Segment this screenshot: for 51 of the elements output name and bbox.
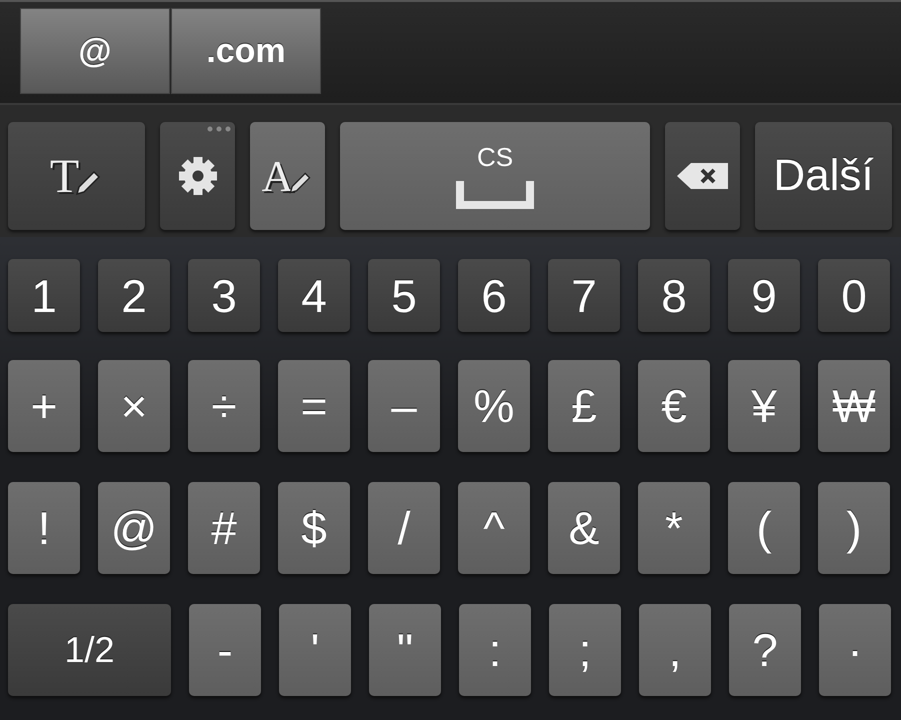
symbol-key[interactable]: - [189,604,261,696]
symbol-key[interactable]: * [638,482,710,574]
suggestion-key[interactable]: @ [20,8,170,94]
mode-key[interactable]: 1/2 [8,604,171,696]
symbol-key[interactable]: ÷ [188,360,260,452]
next-key[interactable]: Další [755,122,892,230]
symbol-key[interactable]: ( [728,482,800,574]
space-icon [454,180,536,210]
suggestion-key[interactable]: .com [171,8,321,94]
backspace-icon [676,162,728,190]
symbol-key[interactable]: = [278,360,350,452]
symbol-key[interactable]: ' [279,604,351,696]
symbol-key[interactable]: × [98,360,170,452]
symbol-key[interactable]: – [368,360,440,452]
symbol-key[interactable]: % [458,360,530,452]
more-dots-icon [207,126,231,132]
symbol-key[interactable]: · [819,604,891,696]
settings-icon [178,156,218,196]
symbol-key[interactable]: , [639,604,711,696]
symbol-key[interactable]: € [638,360,710,452]
number-key[interactable]: 5 [368,259,440,332]
number-key[interactable]: 7 [548,259,620,332]
symbol-key[interactable]: + [8,360,80,452]
symbol-key[interactable]: # [188,482,260,574]
symbol-key[interactable]: ^ [458,482,530,574]
number-key[interactable]: 1 [8,259,80,332]
number-key[interactable]: 6 [458,259,530,332]
symbol-key[interactable]: $ [278,482,350,574]
symbol-key[interactable]: ? [729,604,801,696]
space-key[interactable]: CS [340,122,650,230]
symbol-key[interactable]: " [369,604,441,696]
settings-button[interactable] [160,122,235,230]
number-key[interactable]: 9 [728,259,800,332]
number-key[interactable]: 3 [188,259,260,332]
number-key[interactable]: 0 [818,259,890,332]
number-key[interactable]: 2 [98,259,170,332]
symbol-key[interactable]: ; [549,604,621,696]
font-button[interactable]: A [250,122,325,230]
symbol-key[interactable]: £ [548,360,620,452]
symbol-key[interactable]: : [459,604,531,696]
text-style-button[interactable]: T [8,122,145,230]
symbol-key[interactable]: @ [98,482,170,574]
number-key[interactable]: 4 [278,259,350,332]
symbol-key[interactable]: ) [818,482,890,574]
symbol-key[interactable]: ¥ [728,360,800,452]
symbol-key[interactable]: & [548,482,620,574]
symbol-key[interactable]: ! [8,482,80,574]
symbol-key[interactable]: / [368,482,440,574]
number-key[interactable]: 8 [638,259,710,332]
backspace-key[interactable] [665,122,740,230]
symbol-key[interactable]: ₩ [818,360,890,452]
